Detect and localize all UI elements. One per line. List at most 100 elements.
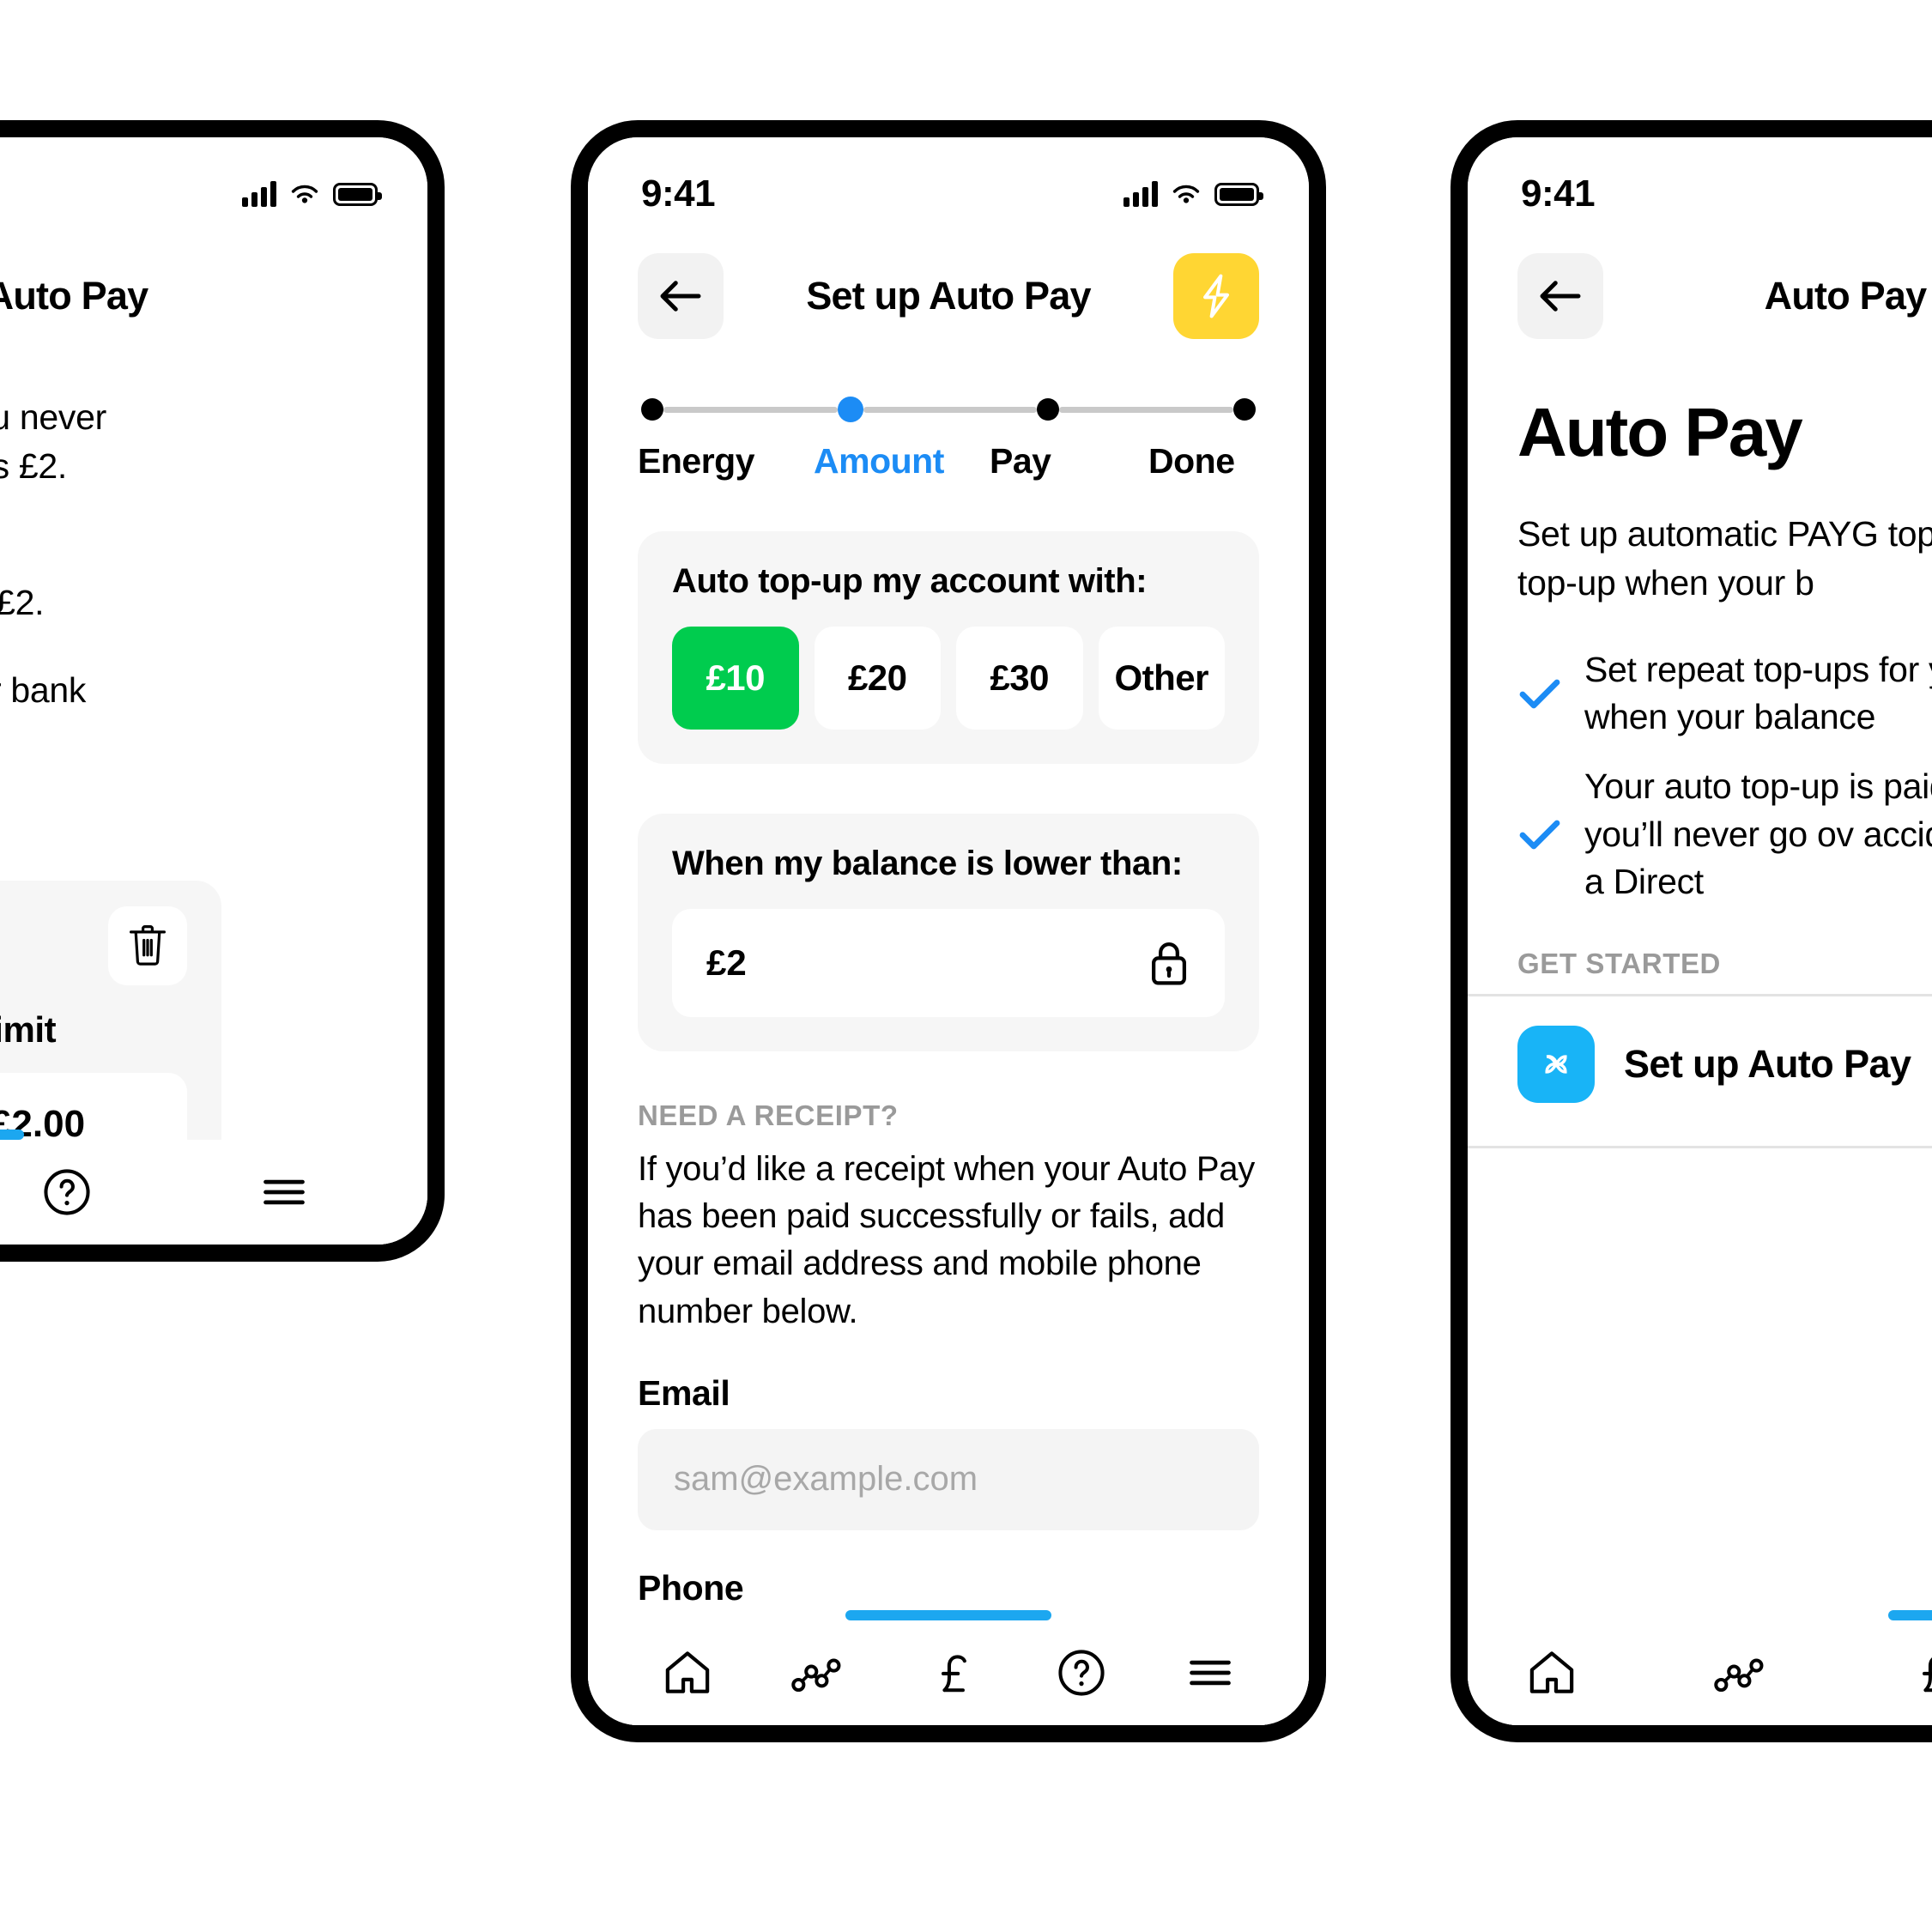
nav-spacer-2 <box>292 253 378 339</box>
home-icon <box>1529 1651 1574 1693</box>
phone-left-screen: Auto Pay c PAYG top-ups so you never whe… <box>0 137 427 1245</box>
wifi-icon <box>1172 185 1200 203</box>
threshold-card-title: When my balance is lower than: <box>672 845 1183 882</box>
battery-icon <box>1214 182 1263 206</box>
home-indicator-right <box>1888 1610 1932 1620</box>
step-node-amount[interactable] <box>837 397 863 422</box>
left-line-7: (like a Direct Debit). <box>0 764 427 813</box>
email-input[interactable]: sam@example.com <box>638 1428 1259 1530</box>
arrow-left-icon <box>1540 281 1581 312</box>
tab-payments-right[interactable] <box>1907 1646 1932 1699</box>
tab-menu-center[interactable] <box>1184 1646 1237 1699</box>
tab-home-right[interactable] <box>1524 1645 1579 1700</box>
check-icon <box>1519 679 1560 709</box>
amount-option-30[interactable]: £30 <box>956 627 1083 730</box>
pound-icon <box>942 1655 966 1693</box>
step-node-energy[interactable] <box>641 398 663 421</box>
wifi-icon <box>291 185 318 203</box>
benefit-item-1: Set repeat top-ups for yo meter when you… <box>1517 646 1932 742</box>
phone-label: Phone <box>638 1567 744 1608</box>
amount-option-other[interactable]: Other <box>1098 627 1225 730</box>
page-title-center: Set up Auto Pay <box>806 274 1091 318</box>
home-icon <box>665 1651 710 1693</box>
lock-icon <box>1152 942 1186 985</box>
threshold-field[interactable]: £2 <box>672 909 1225 1017</box>
usage-graph-icon <box>791 1658 841 1693</box>
left-paragraph-3: op-up is paid with your bank ll never go… <box>0 666 427 814</box>
tab-help-left[interactable] <box>40 1166 94 1219</box>
amount-option-20[interactable]: £20 <box>814 627 941 730</box>
battery-icon <box>333 182 382 206</box>
stepper-track <box>638 397 1259 422</box>
progress-stepper: Energy Amount Pay Done <box>588 343 1309 481</box>
left-line-5: op-up is paid with your bank <box>0 669 87 710</box>
tab-usage-center[interactable] <box>790 1650 851 1696</box>
left-line-2: when your balance hits £2. <box>0 446 67 487</box>
tab-menu-left[interactable] <box>257 1166 311 1219</box>
tab-home-center[interactable] <box>660 1645 715 1700</box>
step-node-done[interactable] <box>1233 398 1257 421</box>
step-label-done[interactable]: Done <box>1148 441 1235 481</box>
menu-icon <box>1190 1660 1231 1686</box>
status-bar-right: 9:41 <box>1468 137 1932 232</box>
balance-threshold-card: When my balance is lower than: £2 <box>638 814 1259 1051</box>
list-divider-bottom <box>1468 1145 1932 1148</box>
phone-center: 9:41 Set up Auto Pay Energy Amount Pay D… <box>571 120 1326 1742</box>
status-icons <box>242 181 382 207</box>
step-label-pay[interactable]: Pay <box>990 441 1148 481</box>
benefit-text-1: Set repeat top-ups for yo meter when you… <box>1584 649 1932 737</box>
benefit-text-2: Your auto top-up is paid card, so you’ll… <box>1584 766 1932 902</box>
status-icons-center <box>1123 181 1263 207</box>
arrow-left-icon <box>660 281 701 312</box>
check-icon <box>1519 821 1560 850</box>
amount-option-10[interactable]: £10 <box>672 627 799 730</box>
screenshot-canvas: Auto Pay c PAYG top-ups so you never whe… <box>0 0 1932 1932</box>
back-button[interactable] <box>638 253 724 339</box>
step-label-energy[interactable]: Energy <box>638 441 814 481</box>
list-item-label: Set up Auto Pay <box>1624 1041 1911 1086</box>
email-label: Email <box>638 1372 730 1413</box>
benefit-item-2: Your auto top-up is paid card, so you’ll… <box>1517 763 1932 905</box>
auto-pay-tile <box>1517 1025 1595 1103</box>
page-title-left: Auto Pay <box>0 274 148 318</box>
delete-button[interactable] <box>108 905 187 985</box>
lightning-bolt-icon <box>1203 274 1229 318</box>
tab-bar-right <box>1468 1620 1932 1725</box>
status-bar-center: 9:41 <box>588 137 1309 232</box>
tab-payments-center[interactable] <box>926 1646 979 1699</box>
topup-amount-card: Auto top-up my account with: £10 £20 £30… <box>638 531 1259 764</box>
phone-right-screen: 9:41 Auto Pay Auto Pay Set up automatic … <box>1468 137 1932 1725</box>
tab-usage-right[interactable] <box>1713 1650 1773 1696</box>
amount-options: £10 £20 £30 Other <box>672 627 1225 730</box>
left-paragraph-2: op-ups for your PAYG your balance reache… <box>0 530 427 628</box>
nav-bar-center: Set up Auto Pay <box>588 232 1309 343</box>
hero-intro-right: Set up automatic PAYG top-u forget to to… <box>1517 514 1932 603</box>
left-paragraph-1: c PAYG top-ups so you never when your ba… <box>0 393 427 492</box>
benefits-list: Set repeat top-ups for yo meter when you… <box>1468 609 1932 906</box>
step-node-pay[interactable] <box>1037 398 1060 421</box>
status-time-right: 9:41 <box>1521 173 1596 215</box>
cellular-signal-icon <box>1123 181 1158 207</box>
help-icon <box>44 1169 90 1215</box>
tab-help-center[interactable] <box>1055 1646 1108 1699</box>
phone-center-screen: 9:41 Set up Auto Pay Energy Amount Pay D… <box>588 137 1309 1725</box>
boost-button[interactable] <box>1173 253 1259 339</box>
list-item-setup-auto-pay[interactable]: Set up Auto Pay <box>1468 996 1932 1132</box>
step-label-amount[interactable]: Amount <box>814 441 990 481</box>
step-line-2 <box>863 406 1038 413</box>
pound-icon <box>1923 1657 1932 1693</box>
left-line-1: c PAYG top-ups so you never <box>0 397 106 437</box>
page-title-right: Auto Pay <box>1764 274 1927 318</box>
hero-title-right: Auto Pay <box>1517 394 1803 470</box>
usage-graph-icon <box>1714 1658 1764 1693</box>
tab-bar-center <box>588 1620 1309 1725</box>
nav-bar-right: Auto Pay <box>1468 232 1932 343</box>
left-line-6: ll never go overdrawn <box>0 715 427 764</box>
left-line-4: your balance reaches £2. <box>0 583 45 623</box>
cellular-signal-icon <box>242 181 276 207</box>
status-bar-left <box>0 137 427 232</box>
receipt-body: If you’d like a receipt when your Auto P… <box>638 1150 1255 1330</box>
back-button-right[interactable] <box>1517 253 1603 339</box>
help-icon <box>1058 1650 1105 1696</box>
stepper-labels: Energy Amount Pay Done <box>638 441 1259 481</box>
